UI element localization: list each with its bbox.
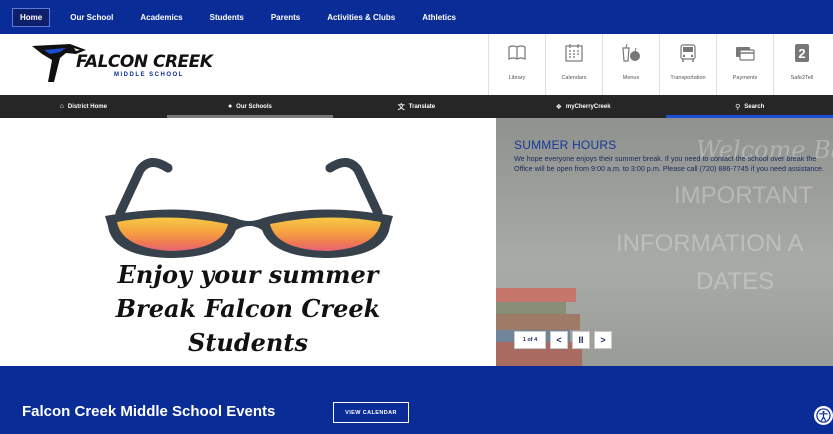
quick-links: Library Calendars Menus Transportation P…	[488, 34, 830, 95]
events-section: Falcon Creek Middle School Events VIEW C…	[0, 366, 833, 434]
utility-label: Translate	[408, 103, 436, 110]
nav-our-school[interactable]: Our School	[63, 9, 120, 26]
previous-slide-button[interactable]: <	[550, 331, 568, 349]
nav-parents[interactable]: Parents	[264, 9, 307, 26]
nav-home[interactable]: Home	[12, 7, 51, 27]
logo-name: FALCON CREEK	[76, 52, 213, 72]
quick-link-label: Safe2Tell	[790, 75, 814, 81]
nav-athletics[interactable]: Athletics	[415, 9, 463, 26]
quick-link-transportation[interactable]: Transportation	[659, 34, 716, 95]
quick-link-payments[interactable]: Payments	[716, 34, 773, 95]
site-header: FALCON CREEK MIDDLE SCHOOL Library Calen…	[0, 34, 833, 95]
summer-message-line-2: Break Falcon Creek	[115, 294, 381, 323]
search-icon: ⚲	[735, 103, 741, 111]
cherry-creek-icon: ❖	[555, 103, 562, 111]
safe2tell-icon: 2	[795, 44, 809, 62]
sunglasses-icon	[105, 158, 393, 258]
menu-apple-icon	[622, 43, 640, 62]
slide-counter: 1 of 4	[514, 331, 546, 349]
utility-label: District Home	[67, 103, 107, 110]
accessibility-icon[interactable]	[814, 406, 833, 425]
slide-title: SUMMER HOURS	[514, 138, 617, 152]
utility-bar: ⌂ District Home ● Our Schools 文 Translat…	[0, 95, 833, 118]
accessibility-figure-icon	[816, 408, 831, 423]
utility-district-home[interactable]: ⌂ District Home	[0, 95, 167, 118]
payment-card-icon	[736, 47, 755, 61]
utility-label: Search	[744, 103, 765, 110]
utility-label: myCherryCreek	[565, 103, 611, 110]
summer-message-line-1: Enjoy your summer	[117, 260, 379, 289]
svg-text:2: 2	[798, 46, 805, 61]
home-icon: ⌂	[59, 103, 64, 110]
quick-link-menus[interactable]: Menus	[602, 34, 659, 95]
utility-label: Our Schools	[236, 103, 272, 110]
school-logo[interactable]: FALCON CREEK MIDDLE SCHOOL	[30, 42, 230, 86]
pause-slide-button[interactable]: II	[572, 331, 590, 349]
utility-search[interactable]: ⚲ Search	[666, 95, 833, 118]
utility-mycherrycreek[interactable]: ❖ myCherryCreek	[500, 95, 667, 118]
translate-icon: 文	[397, 103, 405, 111]
calendar-icon	[565, 44, 583, 62]
utility-our-schools[interactable]: ● Our Schools	[166, 95, 334, 118]
hero-summer-graphic: Enjoy your summer Break Falcon Creek Stu…	[0, 118, 496, 366]
quick-link-label: Menus	[622, 75, 640, 81]
quick-link-safe2tell[interactable]: 2 Safe2Tell	[773, 34, 830, 95]
nav-students[interactable]: Students	[203, 9, 251, 26]
quick-link-label: Payments	[732, 75, 758, 81]
view-calendar-button[interactable]: VIEW CALENDAR	[333, 402, 409, 423]
location-pin-icon: ●	[227, 103, 233, 110]
slideshow: Welcome Bac IMPORTANT INFORMATION A DATE…	[496, 118, 833, 366]
next-slide-button[interactable]: >	[594, 331, 612, 349]
slide-body: We hope everyone enjoys their summer bre…	[514, 154, 824, 173]
top-navigation: Home Our School Academics Students Paren…	[0, 0, 833, 34]
quick-link-label: Transportation	[670, 75, 706, 81]
quick-link-label: Calendars	[561, 75, 587, 81]
events-title: Falcon Creek Middle School Events	[22, 403, 276, 420]
nav-activities-clubs[interactable]: Activities & Clubs	[320, 9, 402, 26]
book-icon	[508, 45, 526, 60]
logo-subtitle: MIDDLE SCHOOL	[114, 72, 184, 78]
quick-link-label: Library	[508, 75, 526, 81]
utility-translate[interactable]: 文 Translate	[333, 95, 500, 118]
quick-link-library[interactable]: Library	[488, 34, 545, 95]
quick-link-calendars[interactable]: Calendars	[545, 34, 602, 95]
slideshow-controls: 1 of 4 < II >	[514, 331, 616, 349]
bus-icon	[680, 44, 696, 62]
nav-academics[interactable]: Academics	[133, 9, 189, 26]
summer-message-line-3: Students	[188, 328, 308, 357]
